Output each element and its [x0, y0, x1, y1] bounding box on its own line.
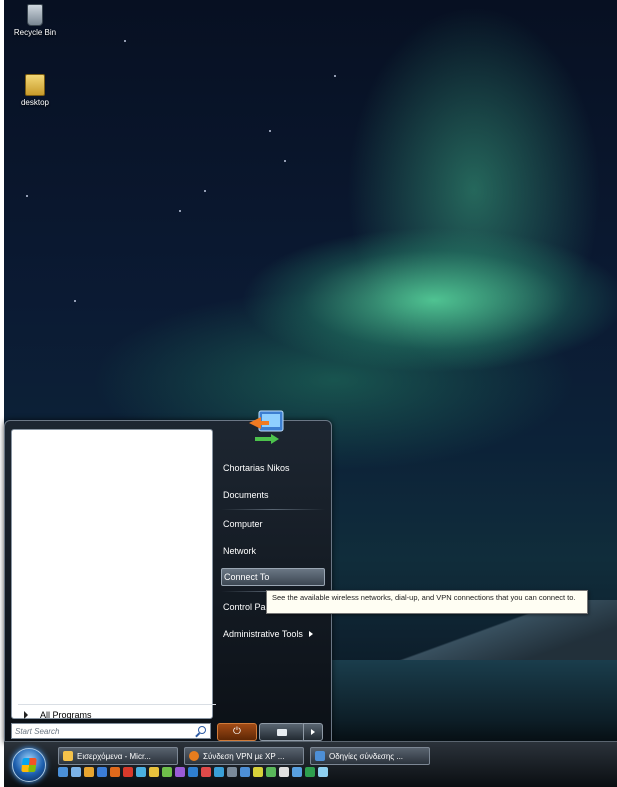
taskbar-button-instructions[interactable]: Οδηγίες σύνδεσης ... — [310, 747, 430, 765]
desktop-icon-label: desktop — [20, 98, 50, 107]
quick-launch-icon[interactable] — [175, 767, 185, 777]
network-user-picture-icon[interactable] — [245, 407, 289, 447]
quick-launch-icon[interactable] — [240, 767, 250, 777]
search-placeholder: Start Search — [15, 726, 60, 736]
quick-launch-icon[interactable] — [292, 767, 302, 777]
lock-button[interactable] — [259, 723, 305, 741]
lock-icon — [277, 729, 287, 736]
windows-logo-icon — [21, 758, 37, 772]
start-menu-network[interactable]: Network — [221, 542, 325, 560]
quick-launch-icon[interactable] — [318, 767, 328, 777]
quick-launch-icon[interactable] — [227, 767, 237, 777]
quick-launch-icon[interactable] — [201, 767, 211, 777]
task-label: Οδηγίες σύνδεσης ... — [329, 751, 404, 761]
star — [269, 130, 271, 132]
star — [124, 40, 126, 42]
mail-icon — [63, 751, 73, 761]
triangle-right-icon — [24, 711, 28, 719]
menu-label: Documents — [223, 490, 269, 500]
quick-launch-icon[interactable] — [58, 767, 68, 777]
menu-label: Chortarias Nikos — [223, 463, 290, 473]
desktop-icon-label: Recycle Bin — [13, 28, 57, 37]
start-menu-user-name[interactable]: Chortarias Nikos — [221, 459, 325, 477]
all-programs-label: All Programs — [40, 710, 92, 720]
taskbar: Εισερχόμενα - Micr... Σύνδεση VPN με XP … — [4, 741, 617, 787]
quick-launch-icon[interactable] — [123, 767, 133, 777]
star — [284, 160, 286, 162]
desktop-icon-desktop-folder[interactable]: desktop — [4, 74, 70, 107]
quick-launch-icon[interactable] — [110, 767, 120, 777]
task-label: Σύνδεση VPN με XP ... — [203, 751, 285, 761]
start-menu-computer[interactable]: Computer — [221, 515, 325, 533]
document-icon — [315, 751, 325, 761]
start-menu-administrative-tools[interactable]: Administrative Tools — [221, 625, 325, 643]
menu-label: Control Pa — [223, 602, 266, 612]
start-search-input[interactable]: Start Search — [11, 723, 211, 739]
quick-launch-icon[interactable] — [136, 767, 146, 777]
power-button[interactable]: ⏻ — [217, 723, 257, 741]
quick-launch-icon[interactable] — [71, 767, 81, 777]
arrow-right-icon — [311, 729, 315, 735]
quick-launch-icon[interactable] — [162, 767, 172, 777]
folder-icon — [25, 74, 45, 96]
quick-launch-icon[interactable] — [84, 767, 94, 777]
firefox-icon — [189, 751, 199, 761]
submenu-arrow-icon — [308, 631, 313, 637]
start-menu-documents[interactable]: Documents — [221, 486, 325, 504]
quick-launch-icon[interactable] — [253, 767, 263, 777]
shutdown-options-button[interactable] — [303, 723, 323, 741]
quick-launch-icon[interactable] — [188, 767, 198, 777]
quick-launch-icon[interactable] — [214, 767, 224, 777]
quick-launch-icon[interactable] — [97, 767, 107, 777]
star — [74, 300, 76, 302]
menu-label: Network — [223, 546, 257, 556]
all-programs-button[interactable]: All Programs — [18, 704, 216, 725]
star — [26, 195, 28, 197]
search-icon[interactable] — [198, 726, 206, 734]
star — [179, 210, 181, 212]
quick-launch-icon[interactable] — [266, 767, 276, 777]
power-icon: ⏻ — [233, 726, 241, 737]
desktop-icon-recycle-bin[interactable]: Recycle Bin — [4, 4, 70, 37]
task-label: Εισερχόμενα - Micr... — [77, 751, 151, 761]
taskbar-button-inbox[interactable]: Εισερχόμενα - Micr... — [58, 747, 178, 765]
start-menu: All Programs Start Search Chortarias Nik… — [4, 410, 332, 743]
start-button[interactable] — [12, 748, 46, 782]
pinned-programs-pane: All Programs — [11, 429, 216, 720]
menu-label: Computer — [223, 519, 263, 529]
quick-launch-icon[interactable] — [279, 767, 289, 777]
star — [204, 190, 206, 192]
menu-label: Administrative Tools — [223, 629, 303, 639]
quick-launch-bar — [58, 767, 328, 781]
quick-launch-icon[interactable] — [149, 767, 159, 777]
menu-label: Connect To — [224, 572, 270, 582]
start-menu-connect-to[interactable]: Connect To — [221, 568, 325, 586]
taskbar-button-vpn[interactable]: Σύνδεση VPN με XP ... — [184, 747, 304, 765]
star — [334, 75, 336, 77]
separator — [221, 509, 325, 510]
connect-to-tooltip: See the available wireless networks, dia… — [266, 590, 588, 614]
quick-launch-icon[interactable] — [305, 767, 315, 777]
recycle-bin-icon — [27, 4, 43, 26]
